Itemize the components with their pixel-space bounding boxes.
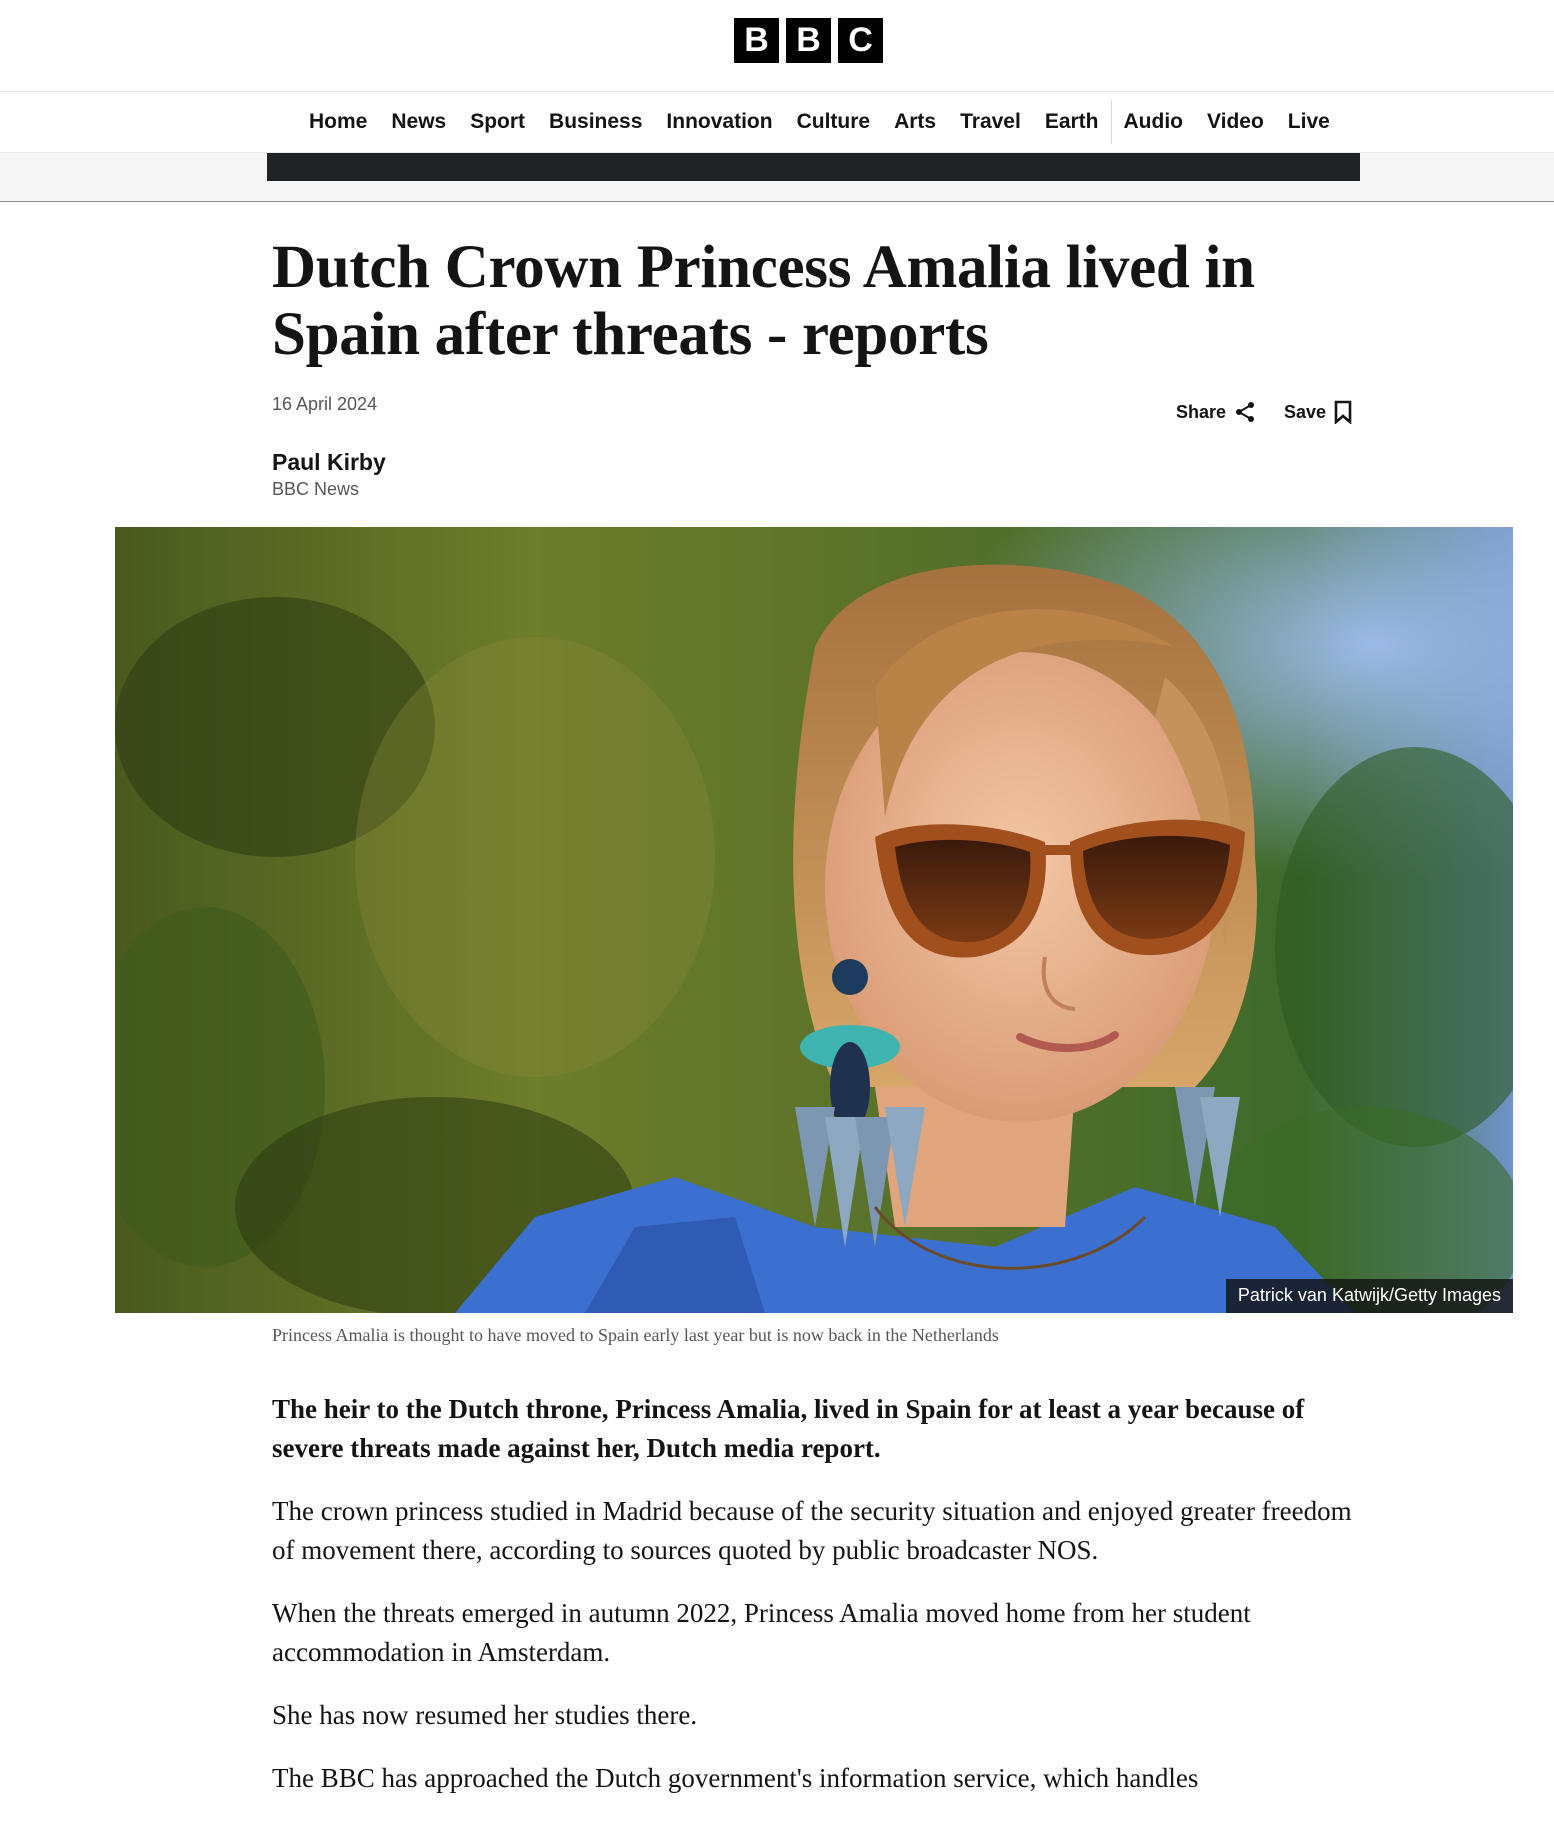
nav-item-sport[interactable]: Sport — [458, 110, 537, 134]
nav-item-home[interactable]: Home — [297, 110, 379, 134]
nav-item-culture[interactable]: Culture — [785, 110, 883, 134]
article-headline: Dutch Crown Princess Amalia lived in Spa… — [272, 234, 1255, 368]
nav-item-arts[interactable]: Arts — [882, 110, 948, 134]
save-button[interactable]: Save — [1284, 400, 1352, 424]
nav-item-business[interactable]: Business — [537, 110, 654, 134]
hero-image: Patrick van Katwijk/Getty Images — [115, 527, 1513, 1313]
article-paragraph: The crown princess studied in Madrid bec… — [272, 1496, 1352, 1565]
logo-letter-b1: B — [734, 18, 779, 63]
article-body: The heir to the Dutch throne, Princess A… — [272, 1390, 1372, 1822]
nav-item-travel[interactable]: Travel — [948, 110, 1033, 134]
article-lead-paragraph: The heir to the Dutch throne, Princess A… — [272, 1394, 1305, 1463]
bbc-logo[interactable]: B B C — [734, 18, 883, 63]
nav-item-news[interactable]: News — [379, 110, 458, 134]
save-label: Save — [1284, 401, 1327, 422]
image-credit: Patrick van Katwijk/Getty Images — [1225, 1279, 1513, 1313]
logo-letter-b2: B — [786, 18, 831, 63]
article-paragraph: The BBC has approached the Dutch governm… — [272, 1763, 1199, 1793]
article-date: 16 April 2024 — [272, 394, 378, 414]
article-paragraph: When the threats emerged in autumn 2022,… — [272, 1598, 1251, 1667]
nav-item-live[interactable]: Live — [1276, 110, 1342, 134]
masthead: B B C — [0, 0, 1554, 92]
nav-item-video[interactable]: Video — [1195, 110, 1276, 134]
author-name[interactable]: Paul Kirby — [272, 449, 386, 476]
article-actions: Share Save — [1176, 400, 1352, 424]
article-paragraph: She has now resumed her studies there. — [272, 1700, 698, 1730]
author-org: BBC News — [272, 479, 360, 499]
princess-amalia-photo — [115, 527, 1513, 1313]
main-nav: Home News Sport Business Innovation Cult… — [0, 92, 1554, 153]
nav-item-innovation[interactable]: Innovation — [654, 110, 784, 134]
nav-item-earth[interactable]: Earth — [1033, 110, 1111, 134]
subnav-band — [0, 153, 1554, 202]
image-caption: Princess Amalia is thought to have moved… — [272, 1325, 999, 1345]
nav-list: Home News Sport Business Innovation Cult… — [297, 92, 1342, 152]
share-label: Share — [1176, 401, 1227, 422]
logo-letter-c: C — [838, 18, 883, 63]
share-icon — [1236, 402, 1255, 422]
share-button[interactable]: Share — [1176, 401, 1256, 423]
subnav-bar — [267, 153, 1360, 181]
nav-item-audio[interactable]: Audio — [1112, 110, 1195, 134]
bookmark-icon — [1334, 400, 1352, 424]
